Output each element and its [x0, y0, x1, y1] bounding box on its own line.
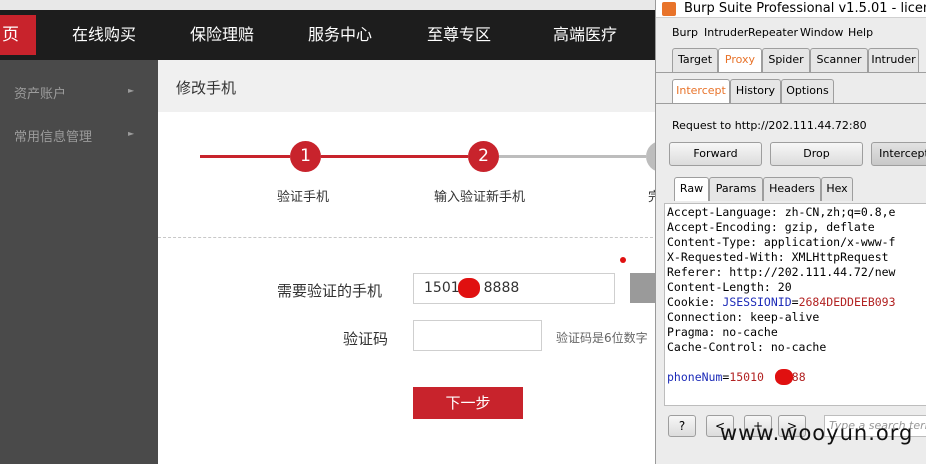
- menu-intruder[interactable]: Intruder: [704, 26, 748, 39]
- intercept-toggle-button[interactable]: Intercept: [871, 142, 926, 166]
- step-2-circle: 2: [468, 141, 499, 172]
- cookie-key: JSESSIONID: [722, 295, 792, 309]
- nav-item-premium[interactable]: 至尊专区: [427, 10, 491, 60]
- tab-target[interactable]: Target: [672, 48, 718, 72]
- chevron-right-icon: ►: [128, 86, 135, 95]
- phone-field[interactable]: 1501 8888: [413, 273, 615, 304]
- account-sidebar: 资产账户 ► 常用信息管理 ►: [0, 60, 158, 464]
- step-1-label: 验证手机: [277, 190, 330, 205]
- code-hint: 验证码是6位数字: [556, 331, 648, 345]
- burp-title: Burp Suite Professional v1.5.01 - licens…: [684, 1, 926, 16]
- menu-help[interactable]: Help: [848, 26, 873, 39]
- help-button[interactable]: ?: [668, 415, 696, 437]
- nav-item-service[interactable]: 服务中心: [308, 10, 372, 60]
- header-line: X-Requested-With: XMLHttpRequest: [667, 250, 889, 264]
- cookie-value: 2684DEDDEEB093: [798, 295, 896, 309]
- header-line: Referer: http://202.111.44.72/new: [667, 265, 896, 279]
- cookie-line: Cookie: JSESSIONID=2684DEDDEEB093: [667, 295, 896, 309]
- nav-item-buy[interactable]: 在线购买: [72, 10, 136, 60]
- tab-proxy[interactable]: Proxy: [718, 48, 762, 72]
- page-title: 修改手机: [176, 79, 237, 97]
- forward-button[interactable]: Forward: [669, 142, 762, 166]
- redaction-mark: [458, 278, 480, 298]
- main-content: 修改手机 1 2 验证手机 输入验证新手机 完 需要验证的手机 15018888…: [158, 60, 677, 464]
- tab-spider[interactable]: Spider: [762, 48, 810, 72]
- chevron-right-icon: ►: [128, 129, 135, 138]
- tab-hex[interactable]: Hex: [821, 177, 853, 201]
- menu-burp[interactable]: Burp: [672, 26, 698, 39]
- burp-app-icon: [662, 2, 676, 16]
- request-editor[interactable]: Accept-Language: zh-CN,zh;q=0.8,e Accept…: [664, 203, 926, 406]
- step-line: [200, 155, 290, 158]
- drop-button[interactable]: Drop: [770, 142, 863, 166]
- get-code-button[interactable]: [630, 273, 658, 303]
- phone-value-prefix: 1501: [424, 280, 460, 296]
- tab-intruder[interactable]: Intruder: [868, 48, 919, 72]
- sidebar-item-assets[interactable]: 资产账户: [14, 83, 66, 102]
- step-1-circle: 1: [290, 141, 321, 172]
- sidebar-item-info[interactable]: 常用信息管理: [14, 126, 92, 145]
- nav-item-medical[interactable]: 高端医疗: [553, 10, 617, 60]
- code-field[interactable]: [413, 320, 542, 351]
- next-step-button[interactable]: 下一步: [413, 387, 523, 419]
- tab-headers[interactable]: Headers: [763, 177, 821, 201]
- header-line: Connection: keep-alive: [667, 310, 820, 324]
- code-label: 验证码: [343, 330, 389, 348]
- burp-window: Burp Suite Professional v1.5.01 - licens…: [655, 0, 926, 464]
- step-line: [499, 155, 646, 158]
- header-line: Content-Length: 20: [667, 280, 792, 294]
- tab-strip: [656, 72, 926, 73]
- tab-options[interactable]: Options: [781, 79, 834, 103]
- cookie-prefix: Cookie:: [667, 295, 723, 309]
- tab-intercept[interactable]: Intercept: [672, 79, 730, 103]
- divider: [158, 237, 658, 238]
- burp-titlebar: Burp Suite Professional v1.5.01 - licens…: [656, 0, 926, 18]
- tab-history[interactable]: History: [730, 79, 781, 103]
- nav-item-claims[interactable]: 保险理赔: [190, 10, 254, 60]
- tab-params[interactable]: Params: [709, 177, 763, 201]
- red-dot: [620, 257, 626, 263]
- request-target: Request to http://202.111.44.72:80: [672, 119, 867, 132]
- menu-repeater[interactable]: Repeater: [748, 26, 798, 39]
- header-line: Pragma: no-cache: [667, 325, 778, 339]
- page-header: 修改手机: [158, 60, 658, 112]
- phone-value-suffix: 8888: [483, 280, 520, 296]
- watermark: www.wooyun.org: [720, 421, 914, 445]
- menu-window[interactable]: Window: [800, 26, 843, 39]
- tab-scanner[interactable]: Scanner: [810, 48, 868, 72]
- tab-raw[interactable]: Raw: [674, 177, 709, 201]
- param-value-prefix: 15010: [729, 370, 764, 384]
- step-2-label: 输入验证新手机: [434, 190, 526, 205]
- phone-label: 需要验证的手机: [277, 282, 383, 300]
- header-line: Accept-Language: zh-CN,zh;q=0.8,e: [667, 205, 896, 219]
- param-key: phoneNum: [667, 370, 723, 384]
- redaction-mark: [775, 369, 793, 385]
- burp-menubar: Burp Intruder Repeater Window Help: [656, 22, 926, 42]
- nav-home[interactable]: 页: [0, 15, 36, 55]
- subtab-strip: [656, 103, 926, 104]
- step-line: [321, 155, 468, 158]
- header-line: Content-Type: application/x-www-f: [667, 235, 896, 249]
- cookie-eq: =: [791, 295, 799, 309]
- header-line: Accept-Encoding: gzip, deflate: [667, 220, 875, 234]
- header-line: Cache-Control: no-cache: [667, 340, 827, 354]
